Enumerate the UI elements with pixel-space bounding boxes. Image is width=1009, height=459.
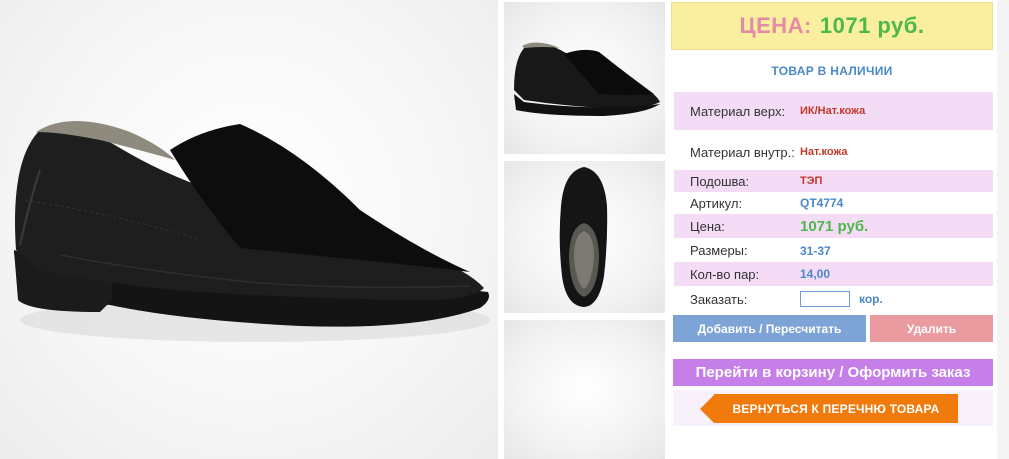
add-recalculate-button[interactable]: Добавить / Пересчитать (673, 315, 866, 342)
spec-value: ТЭП (800, 175, 823, 187)
thumbnail-top-view[interactable] (504, 161, 665, 313)
order-unit: кор. (859, 292, 883, 306)
price-label: ЦЕНА: (739, 13, 812, 38)
spec-value: 14,00 (800, 267, 831, 281)
stock-status: ТОВАР В НАЛИЧИИ (771, 64, 893, 78)
thumbnail-side-view[interactable] (504, 2, 665, 154)
spec-key: Размеры: (690, 243, 748, 258)
spec-row-sizes: Размеры: 31-37 (674, 239, 993, 262)
main-product-image[interactable] (0, 0, 498, 459)
spec-row-article: Артикул: QT4774 (674, 192, 993, 214)
price-header: ЦЕНА: 1071 руб. (671, 2, 993, 50)
quantity-input[interactable] (800, 291, 850, 307)
spec-key: Кол-во пар: (690, 266, 760, 282)
spec-value: QT4774 (800, 196, 844, 210)
thumbnail-empty[interactable] (504, 320, 665, 459)
page-edge (997, 0, 1009, 459)
spec-key: Цена: (690, 218, 725, 234)
spec-row-sole: Подошва: ТЭП (674, 170, 993, 192)
delete-button[interactable]: Удалить (870, 315, 993, 342)
order-row: Заказать: кор. (674, 287, 993, 311)
spec-row-upper-material: Материал верх: ИК/Нат.кожа (674, 92, 993, 130)
spec-row-pairs: Кол-во пар: 14,00 (674, 262, 993, 286)
back-to-list-button[interactable]: ВЕРНУТЬСЯ К ПЕРЕЧНЮ ТОВАРА (700, 394, 958, 423)
shoe-thumbnail-side (514, 42, 660, 116)
spec-row-price: Цена: 1071 руб. (674, 214, 993, 238)
shoe-photo-side (14, 121, 490, 342)
go-to-cart-button[interactable]: Перейти в корзину / Оформить заказ (673, 359, 993, 386)
order-label: Заказать: (690, 291, 748, 307)
shoe-thumbnail-top (559, 167, 608, 307)
back-button-label: ВЕРНУТЬСЯ К ПЕРЕЧНЮ ТОВАРА (714, 394, 958, 423)
spec-key: Артикул: (690, 195, 743, 211)
spec-key: Подошва: (690, 173, 750, 189)
spec-value: 1071 руб. (800, 217, 869, 235)
spec-key: Материал внутр.: (690, 144, 795, 160)
spec-value: Нат.кожа (800, 146, 848, 158)
spec-value: ИК/Нат.кожа (800, 105, 866, 117)
spec-row-inner-material: Материал внутр.: Нат.кожа (674, 134, 993, 170)
spec-key: Материал верх: (690, 103, 786, 119)
price-value: 1071 руб. (819, 13, 925, 38)
arrow-left-icon (700, 394, 714, 423)
spec-value: 31-37 (800, 243, 831, 258)
